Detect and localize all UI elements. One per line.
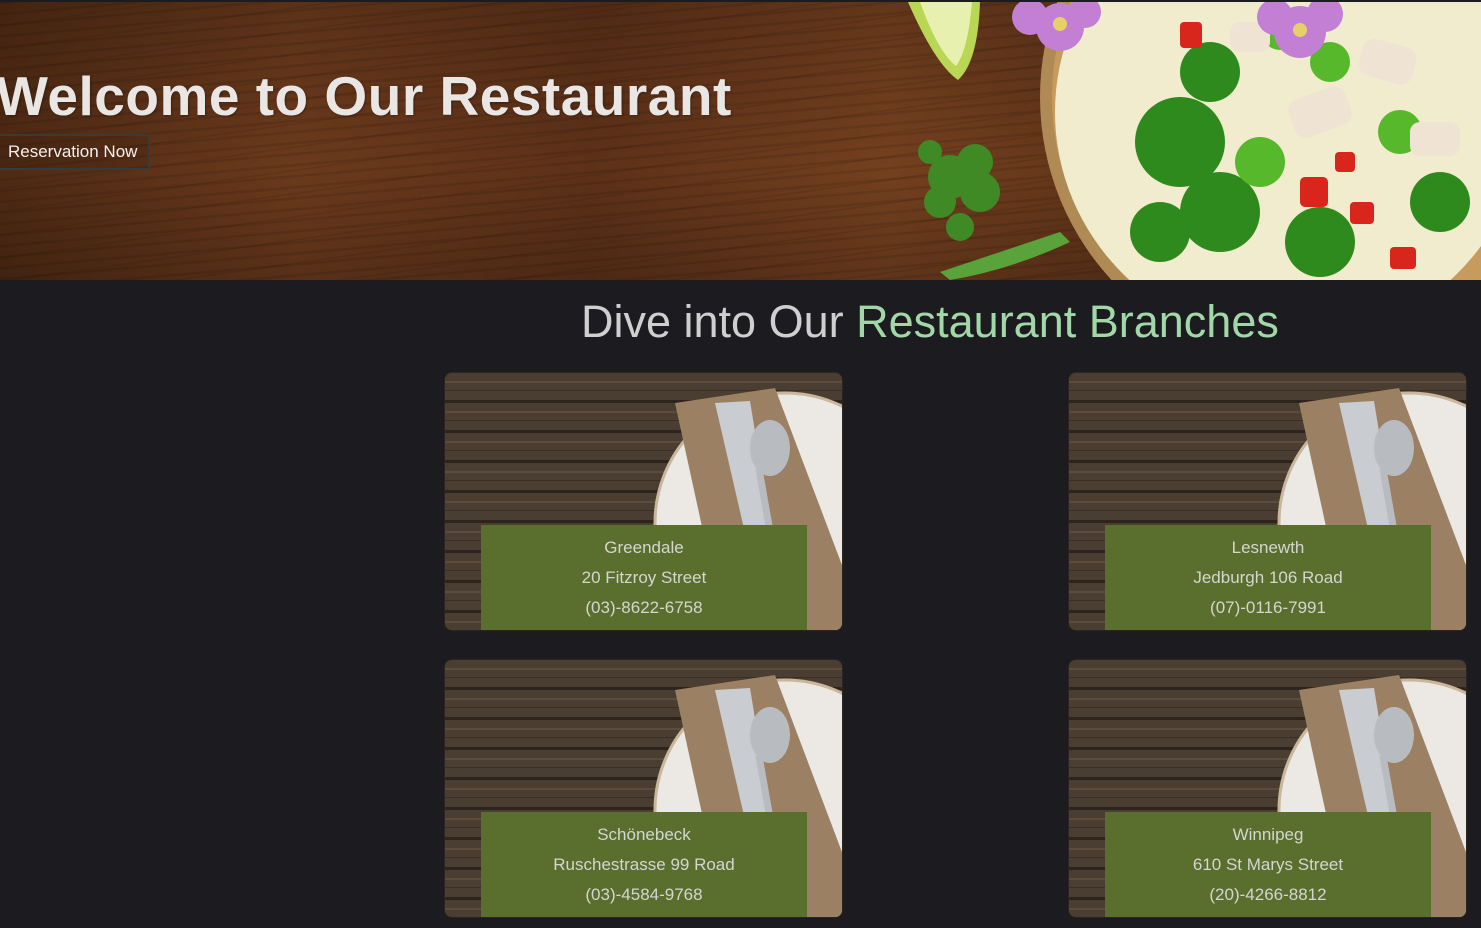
branch-address: 20 Fitzroy Street <box>581 568 707 587</box>
branch-city: Greendale <box>604 538 684 557</box>
food-image <box>908 2 1481 280</box>
branch-phone: (20)-4266-8812 <box>1209 885 1327 904</box>
branch-card[interactable]: Lesnewth Jedburgh 106 Road (07)-0116-799… <box>1068 372 1467 631</box>
branch-address: Ruschestrasse 99 Road <box>553 855 735 874</box>
branch-city: Lesnewth <box>1231 538 1305 557</box>
branch-info: Winnipeg 610 St Marys Street (20)-4266-8… <box>1105 812 1431 917</box>
branch-card[interactable]: Schönebeck Ruschestrasse 99 Road (03)-45… <box>444 659 843 918</box>
branch-address: 610 St Marys Street <box>1192 855 1344 874</box>
section-title-accent: Restaurant Branches <box>856 296 1279 347</box>
hero-title: Welcome to Our Restaurant <box>0 65 732 127</box>
branches-section-title: Dive into Our Restaurant Branches <box>581 296 1279 348</box>
branch-address: Jedburgh 106 Road <box>1193 568 1343 587</box>
hero-banner: Welcome to Our Restaurant Reservation No… <box>0 2 1481 280</box>
branch-city: Schönebeck <box>597 825 691 844</box>
branch-info: Lesnewth Jedburgh 106 Road (07)-0116-799… <box>1105 525 1431 630</box>
branch-card[interactable]: Winnipeg 610 St Marys Street (20)-4266-8… <box>1068 659 1467 918</box>
branch-phone: (07)-0116-7991 <box>1210 598 1326 617</box>
branch-info: Greendale 20 Fitzroy Street (03)-8622-67… <box>481 525 807 630</box>
branch-phone: (03)-4584-9768 <box>585 885 703 904</box>
branch-card[interactable]: Greendale 20 Fitzroy Street (03)-8622-67… <box>444 372 843 631</box>
branch-info: Schönebeck Ruschestrasse 99 Road (03)-45… <box>481 812 807 917</box>
reservation-button[interactable]: Reservation Now <box>0 134 150 170</box>
section-title-prefix: Dive into Our <box>581 296 857 347</box>
branch-phone: (03)-8622-6758 <box>585 598 703 617</box>
page: Welcome to Our Restaurant Reservation No… <box>0 0 1481 928</box>
branch-city: Winnipeg <box>1232 825 1304 844</box>
